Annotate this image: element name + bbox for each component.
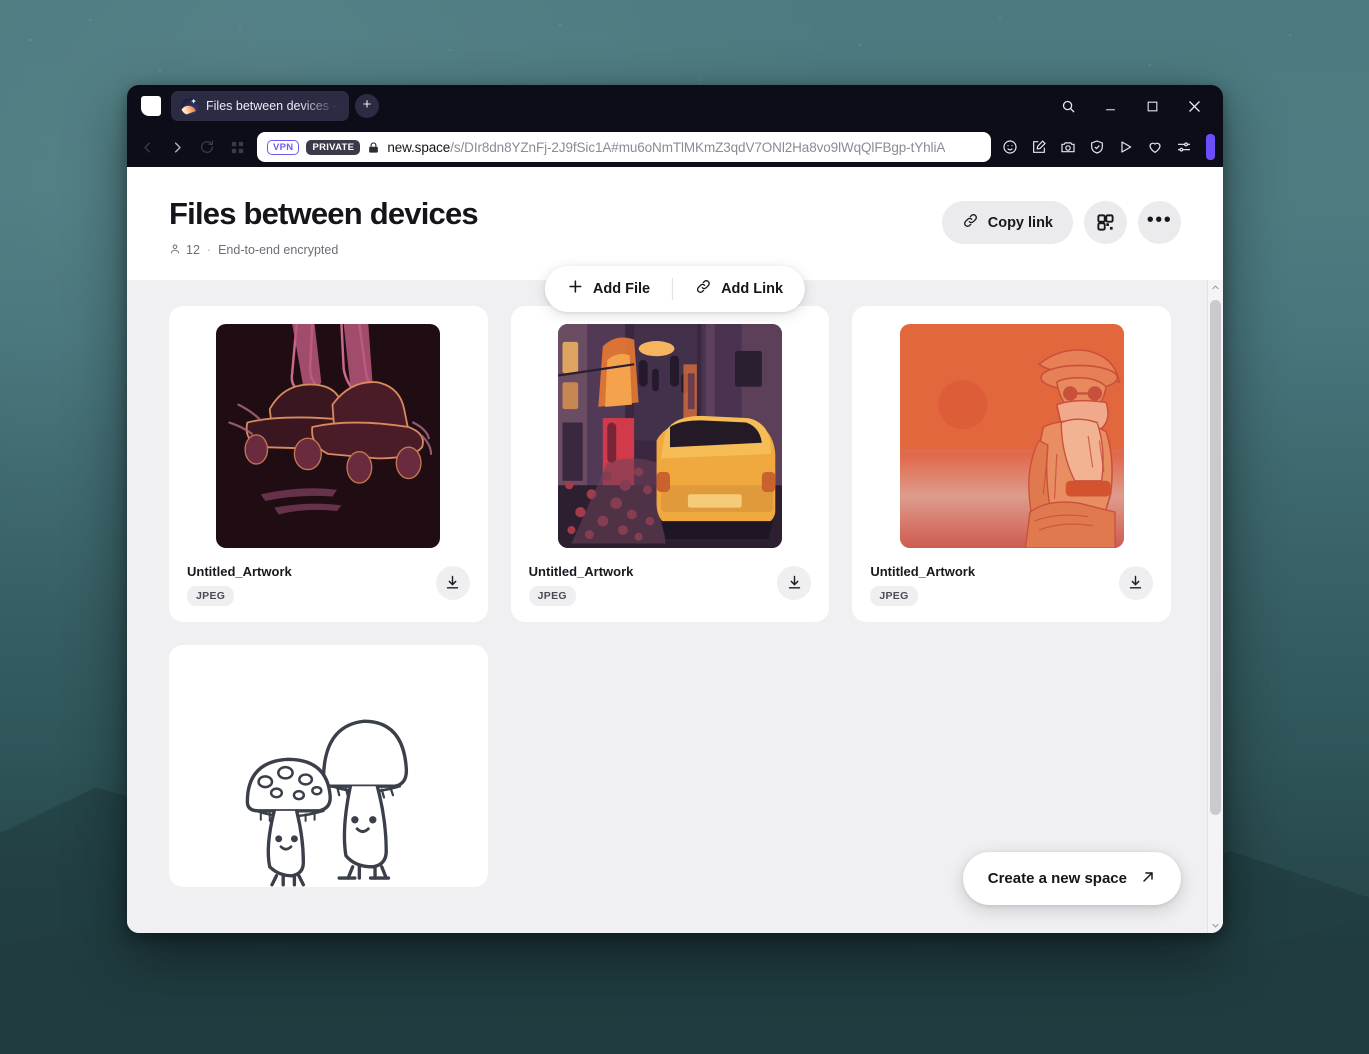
qr-code-button[interactable] (1084, 201, 1127, 244)
file-name: Untitled_Artwork (870, 563, 976, 579)
url-host: new.space (387, 139, 451, 155)
forward-icon (163, 133, 191, 161)
note-edit-icon[interactable] (1026, 133, 1052, 161)
file-type-badge: JPEG (187, 585, 235, 606)
roller-skates-dark-pink-illustration[interactable] (216, 323, 441, 548)
tab-title: Files between devices – ne (206, 99, 339, 113)
private-badge: PRIVATE (306, 139, 361, 155)
file-card-footer: Untitled_Artwork JPEG (183, 548, 474, 622)
back-icon[interactable] (133, 133, 161, 161)
sidebar-indicator[interactable] (1206, 134, 1215, 160)
link-icon (695, 278, 712, 299)
add-link-button[interactable]: Add Link (673, 266, 805, 312)
lock-icon (367, 141, 380, 154)
scrollbar-track[interactable] (1208, 296, 1223, 917)
download-button[interactable] (435, 565, 470, 600)
download-button[interactable] (777, 565, 812, 600)
create-space-label: Create a new space (987, 870, 1127, 887)
browser-toolbar-icons (997, 133, 1215, 161)
page-meta: 12 · End-to-end encrypted (169, 243, 942, 258)
add-bar-wrapper: Add File Add Link (127, 257, 1223, 312)
download-button[interactable] (1118, 565, 1153, 600)
address-bar-row: VPN PRIVATE new.space/s/DIr8dn8YZnFj-2J9… (127, 127, 1223, 167)
create-new-space-button[interactable]: Create a new space (962, 852, 1181, 905)
two-cartoon-mushrooms-line-art[interactable] (216, 662, 441, 887)
file-card-footer: Untitled_Artwork JPEG (525, 548, 816, 622)
file-card-info: Untitled_Artwork JPEG (870, 564, 1119, 606)
meta-separator: · (206, 243, 212, 258)
plus-icon (567, 278, 584, 299)
arrow-up-right-icon (1140, 869, 1156, 889)
maximize-icon[interactable] (1133, 91, 1171, 121)
url-bar[interactable]: VPN PRIVATE new.space/s/DIr8dn8YZnFj-2J9… (257, 132, 991, 162)
file-name: Untitled_Artwork (187, 563, 292, 579)
space-logo-icon (181, 97, 198, 115)
member-count-group: 12 (169, 243, 200, 258)
encryption-status: End-to-end encrypted (218, 243, 339, 258)
desktop-wallpaper: Files between devices – ne + (0, 0, 1369, 1054)
vpn-badge[interactable]: VPN (267, 139, 300, 155)
add-bar: Add File Add Link (544, 265, 806, 312)
camera-icon[interactable] (1055, 133, 1081, 161)
scroll-down-icon[interactable] (1208, 917, 1224, 933)
header-actions: Copy link ••• (941, 197, 1181, 244)
file-card-info: Untitled_Artwork JPEG (187, 564, 436, 606)
file-card-footer: Untitled_Artwork JPEG (866, 548, 1157, 622)
new-tab-button[interactable]: + (355, 94, 379, 118)
search-icon[interactable] (1049, 91, 1087, 121)
url-path: /s/DIr8dn8YZnFj-2J9fSic1A#mu6oNmTlMKmZ3q… (450, 139, 946, 155)
yellow-car-night-alley-illustration[interactable] (557, 323, 782, 548)
send-icon[interactable] (1113, 133, 1139, 161)
copy-link-label: Copy link (987, 214, 1053, 231)
file-name: Untitled_Artwork (528, 563, 634, 579)
person-icon (169, 243, 181, 258)
copy-link-button[interactable]: Copy link (941, 201, 1073, 244)
page-content: Files between devices 12 · End-to-end en… (127, 167, 1223, 933)
more-options-button[interactable]: ••• (1138, 201, 1181, 244)
scrollbar-thumb[interactable] (1210, 299, 1221, 816)
orange-desert-figure-illustration[interactable] (899, 323, 1124, 548)
shield-check-icon[interactable] (1084, 133, 1110, 161)
file-card[interactable]: Untitled_Artwork JPEG (510, 305, 830, 622)
page-header: Files between devices 12 · End-to-end en… (127, 167, 1223, 258)
more-options-label: ••• (1146, 208, 1173, 231)
reload-icon[interactable] (193, 133, 221, 161)
add-file-label: Add File (592, 280, 651, 297)
app-icon (141, 96, 161, 116)
minimize-icon[interactable] (1091, 91, 1129, 121)
page-title: Files between devices (169, 196, 479, 231)
heart-icon[interactable] (1142, 133, 1168, 161)
smiley-icon[interactable] (997, 133, 1023, 161)
header-left: Files between devices 12 · End-to-end en… (169, 196, 942, 258)
scroll-up-icon[interactable] (1208, 280, 1224, 296)
tab-overview-icon[interactable] (223, 133, 251, 161)
sliders-icon[interactable] (1171, 133, 1197, 161)
member-count: 12 (186, 243, 200, 258)
file-card[interactable]: Untitled_Artwork JPEG (852, 305, 1171, 622)
window-controls (1049, 91, 1213, 121)
file-card-info: Untitled_Artwork JPEG (528, 563, 778, 606)
file-type-badge: JPEG (528, 585, 576, 606)
file-card[interactable] (169, 644, 488, 887)
file-type-badge: JPEG (870, 585, 918, 606)
file-card[interactable]: Untitled_Artwork JPEG (169, 305, 488, 622)
file-grid: Untitled_Artwork JPEG Untitled_Artwork J… (169, 305, 1171, 887)
browser-tab-active[interactable]: Files between devices – ne (171, 91, 349, 121)
vertical-scrollbar[interactable] (1207, 279, 1224, 933)
add-link-label: Add Link (721, 280, 784, 297)
close-icon[interactable] (1175, 91, 1213, 121)
add-file-button[interactable]: Add File (545, 266, 672, 312)
file-grid-scroll-area: Untitled_Artwork JPEG Untitled_Artwork J… (127, 279, 1224, 933)
url-text: new.space/s/DIr8dn8YZnFj-2J9fSic1A#mu6oN… (387, 140, 945, 155)
browser-window: Files between devices – ne + (127, 85, 1223, 933)
tab-strip: Files between devices – ne + (127, 85, 1223, 127)
link-icon (962, 212, 979, 233)
